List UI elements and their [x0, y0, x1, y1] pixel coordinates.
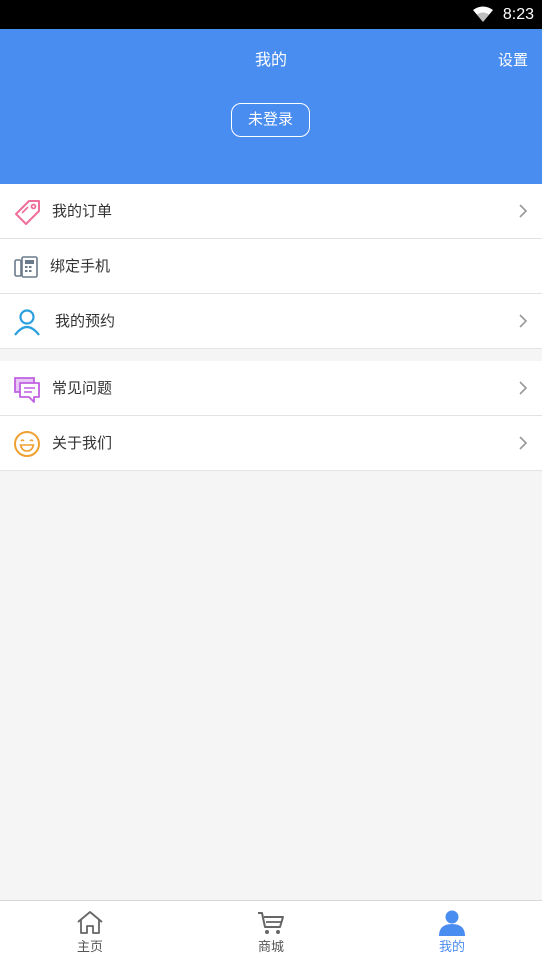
- menu-item-label: 常见问题: [52, 379, 113, 397]
- menu-group-info: 常见问题 关于我们: [0, 361, 542, 471]
- tab-label: 我的: [438, 940, 465, 955]
- person-icon: [14, 309, 40, 336]
- tag-icon: [15, 200, 40, 225]
- menu-item-label: 我的订单: [52, 202, 113, 220]
- menu-item-my-orders[interactable]: 我的订单: [0, 184, 542, 239]
- chevron-right-icon: [519, 436, 528, 450]
- chevron-right-icon: [519, 204, 528, 218]
- chevron-right-icon: [519, 381, 528, 395]
- menu-item-faq[interactable]: 常见问题: [0, 361, 542, 416]
- cart-icon: [258, 912, 284, 934]
- phone-icon: [14, 256, 38, 278]
- settings-button[interactable]: 设置: [498, 50, 528, 70]
- menu-item-my-appointments[interactable]: 我的预约: [0, 294, 542, 349]
- status-time: 8:23: [502, 6, 534, 23]
- tab-label: 商城: [257, 940, 284, 955]
- menu-item-label: 绑定手机: [50, 257, 111, 275]
- menu-item-bind-phone[interactable]: 绑定手机: [0, 239, 542, 294]
- tab-label: 主页: [76, 940, 103, 955]
- chevron-right-icon: [519, 314, 528, 328]
- status-bar: 8:23: [0, 0, 542, 29]
- wifi-icon: [473, 6, 493, 22]
- user-icon: [439, 910, 465, 936]
- tab-mall[interactable]: 商城: [181, 901, 361, 964]
- login-button[interactable]: 未登录: [231, 103, 310, 137]
- menu-item-label: 关于我们: [52, 434, 113, 452]
- smiley-icon: [14, 431, 40, 457]
- tab-mine[interactable]: 我的: [362, 901, 542, 964]
- bottom-tab-bar: 主页 商城 我的: [0, 900, 542, 964]
- menu-group-account: 我的订单 绑定手机 我的预约: [0, 184, 542, 349]
- page-title: 我的: [254, 50, 287, 69]
- tab-home[interactable]: 主页: [0, 901, 180, 964]
- menu-item-label: 我的预约: [55, 312, 116, 330]
- profile-header: 我的 设置 未登录: [0, 29, 542, 184]
- chat-bubble-icon: [14, 377, 40, 403]
- home-icon: [77, 911, 103, 934]
- menu-item-about-us[interactable]: 关于我们: [0, 416, 542, 471]
